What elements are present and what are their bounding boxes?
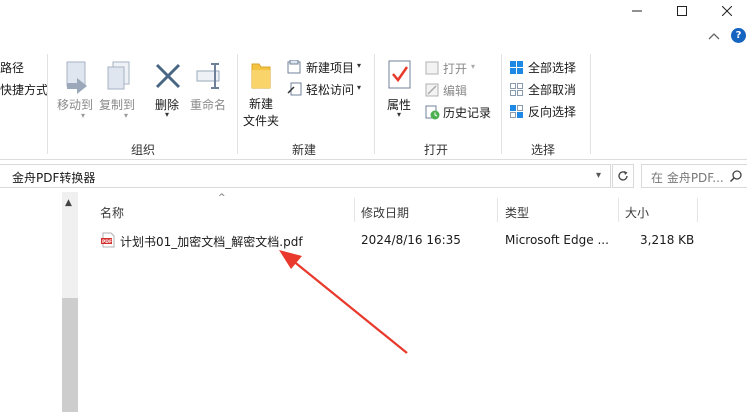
minimize-icon — [632, 10, 642, 12]
history-icon — [425, 105, 440, 123]
folder-icon — [251, 63, 271, 89]
open-icon — [425, 61, 439, 78]
rename-label: 重命名 — [190, 98, 227, 112]
help-icon: ? — [735, 30, 742, 41]
file-modified: 2024/8/16 16:35 — [361, 233, 461, 247]
new-group-label: 新建 — [292, 143, 317, 157]
search-input[interactable]: 在 金舟PDF... — [651, 169, 724, 186]
easy-access-button[interactable]: 轻松访问 — [306, 81, 354, 98]
select-all-button[interactable]: 全部选择 — [528, 59, 576, 76]
file-type: Microsoft Edge ... — [505, 233, 609, 247]
close-button[interactable] — [710, 0, 744, 22]
collapse-ribbon-button[interactable] — [708, 30, 722, 44]
column-header-name[interactable]: 名称 — [100, 196, 124, 224]
organize-group-label: 组织 — [131, 143, 156, 157]
delete-x-icon — [155, 63, 181, 89]
dropdown-arrow-icon: ▾ — [471, 62, 476, 71]
new-folder-button[interactable] — [250, 60, 272, 93]
column-header-type[interactable]: 类型 — [505, 196, 529, 224]
dropdown-arrow-icon: ▾ — [124, 111, 129, 120]
move-to-icon — [66, 61, 87, 94]
dropdown-arrow-icon: ▾ — [397, 110, 402, 119]
select-none-icon — [509, 82, 524, 100]
maximize-button[interactable] — [665, 0, 699, 22]
rename-icon — [196, 63, 220, 89]
dropdown-arrow-icon: ▾ — [165, 110, 170, 119]
chevron-down-icon[interactable]: ▾ — [596, 170, 601, 181]
copy-to-icon — [107, 61, 130, 90]
address-path: 金舟PDF转换器 — [12, 171, 96, 185]
close-icon — [722, 6, 732, 16]
dropdown-arrow-icon: ▾ — [357, 61, 362, 70]
refresh-button[interactable] — [612, 164, 634, 188]
select-all-icon — [509, 60, 524, 78]
copy-path-button[interactable]: 路径 — [0, 59, 24, 76]
arrow-head-icon — [279, 250, 302, 269]
nav-pane-scroll-thumb[interactable] — [62, 298, 78, 412]
history-button[interactable]: 历史记录 — [443, 104, 491, 121]
edit-icon — [425, 83, 439, 100]
copy-to-button[interactable] — [105, 60, 133, 97]
ribbon: 路径 快捷方式 移动到 ▾ 复制到 ▾ 删除 ▾ 重命名 组织 新建 文件夹 新… — [0, 48, 747, 160]
easy-access-icon — [287, 82, 303, 99]
group-separator — [374, 54, 375, 154]
column-divider[interactable] — [497, 198, 498, 222]
open-button[interactable]: 打开 — [443, 60, 467, 77]
column-header-modified[interactable]: 修改日期 — [361, 196, 409, 224]
search-box[interactable]: 在 金舟PDF... — [641, 164, 747, 188]
open-group-label: 打开 — [424, 143, 449, 157]
maximize-icon — [677, 6, 687, 16]
address-bar[interactable]: 金舟PDF转换器 ▾ — [0, 164, 611, 188]
move-to-label: 移动到 — [57, 98, 94, 112]
group-separator — [237, 54, 238, 154]
minimize-button[interactable] — [620, 0, 654, 22]
column-divider[interactable] — [697, 198, 698, 222]
new-folder-label-2: 文件夹 — [243, 114, 280, 128]
select-none-button[interactable]: 全部取消 — [528, 81, 576, 98]
sort-ascending-icon: ^ — [218, 193, 226, 203]
column-divider[interactable] — [618, 198, 619, 222]
new-item-icon — [287, 59, 303, 77]
file-size: 3,218 KB — [640, 233, 695, 247]
properties-button[interactable] — [388, 60, 412, 93]
rename-button[interactable] — [195, 62, 225, 93]
file-row[interactable]: PDF 计划书01_加密文档_解密文档.pdf 2024/8/16 16:35 … — [92, 228, 702, 252]
chevron-up-icon — [708, 33, 720, 40]
arrow-shaft — [291, 259, 408, 354]
group-separator — [590, 54, 591, 154]
invert-selection-icon — [509, 104, 524, 122]
search-icon — [729, 170, 742, 183]
group-separator — [501, 54, 502, 154]
invert-selection-button[interactable]: 反向选择 — [528, 103, 576, 120]
move-to-button[interactable] — [63, 60, 91, 97]
dropdown-arrow-icon: ▾ — [81, 111, 86, 120]
select-group-label: 选择 — [531, 143, 556, 157]
new-folder-label-1: 新建 — [249, 97, 274, 111]
svg-text:PDF: PDF — [102, 239, 112, 245]
paste-shortcut-button[interactable]: 快捷方式 — [0, 81, 48, 98]
column-header-size[interactable]: 大小 — [625, 196, 649, 224]
refresh-icon — [618, 171, 628, 181]
group-separator — [47, 54, 48, 154]
pdf-file-icon: PDF — [101, 232, 115, 248]
copy-to-label: 复制到 — [99, 98, 136, 112]
properties-icon — [388, 60, 411, 89]
delete-button[interactable] — [154, 62, 182, 93]
dropdown-arrow-icon: ▾ — [357, 83, 362, 92]
scroll-up-icon[interactable]: ▲ — [65, 198, 72, 208]
new-item-button[interactable]: 新建项目 — [306, 59, 354, 76]
title-bar — [0, 0, 747, 22]
help-button[interactable]: ? — [731, 28, 746, 43]
column-divider[interactable] — [354, 198, 355, 222]
edit-button[interactable]: 编辑 — [443, 82, 467, 99]
file-name: 计划书01_加密文档_解密文档.pdf — [120, 235, 303, 249]
